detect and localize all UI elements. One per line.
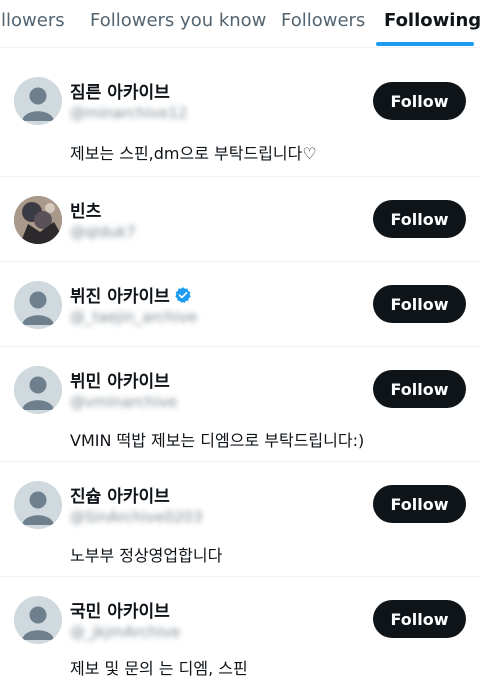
user-bio: 노부부 정상영업합니다 <box>70 546 223 565</box>
user-row[interactable]: 짐른 아카이브 @minarchive12 제보는 스핀,dm으로 부탁드립니다… <box>0 58 480 177</box>
user-name[interactable]: 뷔민 아카이브 <box>70 367 170 392</box>
user-bio: VMIN 떡밥 제보는 디엠으로 부탁드립니다:) <box>70 431 365 450</box>
user-row[interactable]: 뷔민 아카이브 @vminarchive VMIN 떡밥 제보는 디엠으로 부탁… <box>0 347 480 462</box>
user-handle[interactable]: @vminarchive <box>70 393 177 411</box>
default-avatar-icon[interactable] <box>14 596 62 644</box>
default-avatar-icon[interactable] <box>14 77 62 125</box>
follow-button[interactable]: Follow <box>373 485 466 523</box>
tab-following[interactable]: Following <box>384 10 480 31</box>
profile-photo-avatar[interactable] <box>14 196 62 244</box>
tab-followers-you-know[interactable]: Followers you know <box>90 10 266 31</box>
follow-button[interactable]: Follow <box>373 200 466 238</box>
follow-button[interactable]: Follow <box>373 370 466 408</box>
active-tab-indicator <box>376 42 474 46</box>
user-row[interactable]: 빈츠 @qlduk7 Follow <box>0 177 480 262</box>
tab-followers[interactable]: Followers <box>281 10 365 31</box>
user-handle[interactable]: @qlduk7 <box>70 223 136 241</box>
tab-followers-partial[interactable]: ollowers <box>0 10 65 31</box>
user-handle[interactable]: @SinArchive0203 <box>70 508 203 526</box>
follow-button[interactable]: Follow <box>373 285 466 323</box>
user-name[interactable]: 짐른 아카이브 <box>70 78 170 103</box>
verified-badge-icon <box>175 286 191 303</box>
user-name[interactable]: 빈츠 <box>70 197 101 222</box>
default-avatar-icon[interactable] <box>14 481 62 529</box>
follow-button[interactable]: Follow <box>373 82 466 120</box>
user-row[interactable]: 진슙 아카이브 @SinArchive0203 노부부 정상영업합니다 Foll… <box>0 462 480 577</box>
user-row[interactable]: 국민 아카이브 @_jkjmArchive 제보 및 문의 는 디엠, 스핀 F… <box>0 577 480 688</box>
follow-button[interactable]: Follow <box>373 600 466 638</box>
user-handle[interactable]: @_taejin_archive <box>70 308 197 326</box>
user-name[interactable]: 뷔진 아카이브 <box>70 282 192 307</box>
tab-bar: ollowers Followers you know Followers Fo… <box>0 0 480 48</box>
default-avatar-icon[interactable] <box>14 281 62 329</box>
user-bio: 제보는 스핀,dm으로 부탁드립니다♡ <box>70 144 317 163</box>
user-handle[interactable]: @minarchive12 <box>70 104 187 122</box>
user-name[interactable]: 진슙 아카이브 <box>70 482 170 507</box>
user-bio: 제보 및 문의 는 디엠, 스핀 <box>70 659 248 678</box>
user-handle[interactable]: @_jkjmArchive <box>70 623 180 641</box>
user-row[interactable]: 뷔진 아카이브 @_taejin_archive Follow <box>0 262 480 347</box>
user-name[interactable]: 국민 아카이브 <box>70 597 170 622</box>
default-avatar-icon[interactable] <box>14 366 62 414</box>
